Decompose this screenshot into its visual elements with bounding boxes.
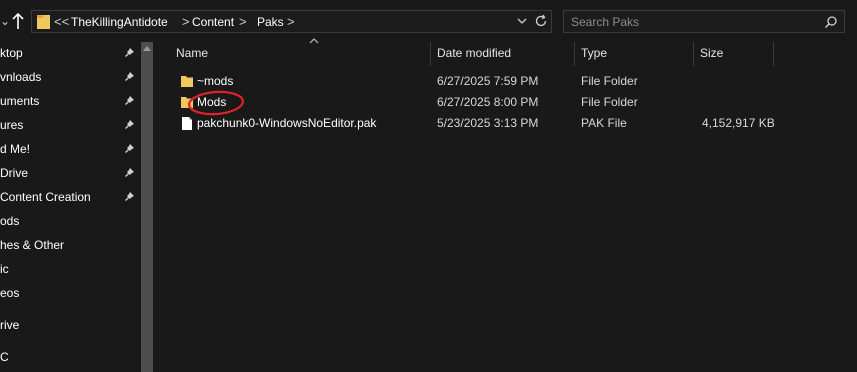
column-divider[interactable]	[773, 42, 774, 66]
address-bar[interactable]: << TheKillingAntidote > Content > Paks >	[31, 10, 552, 33]
file-icon	[182, 117, 192, 130]
nav-item-label: ures	[0, 118, 24, 132]
nav-item-label: d Me!	[0, 142, 31, 156]
breadcrumb-content[interactable]: Content	[192, 14, 234, 30]
column-header-size[interactable]: Size	[693, 42, 773, 64]
nav-item-content-creation[interactable]: Content Creation	[0, 186, 138, 208]
column-header-date-modified[interactable]: Date modified	[430, 42, 574, 64]
nav-item-label: ic	[0, 262, 9, 276]
search-icon[interactable]	[824, 15, 838, 29]
file-date-modified: 6/27/2025 7:59 PM	[437, 74, 539, 88]
folder-icon	[181, 76, 193, 87]
sort-ascending-icon	[309, 38, 319, 44]
pin-icon[interactable]	[124, 167, 135, 178]
file-type: PAK File	[581, 116, 627, 130]
recent-locations-chevron-icon[interactable]: ⌄	[0, 14, 10, 28]
toolbar: ⌄ << TheKillingAntidote > Content > Paks…	[0, 0, 857, 42]
nav-item-label: Content Creation	[0, 190, 91, 204]
file-size: 4,152,917 KB	[702, 116, 775, 130]
pin-icon[interactable]	[124, 95, 135, 106]
breadcrumb-separator[interactable]: >	[239, 13, 247, 30]
file-type: File Folder	[581, 95, 638, 109]
search-input[interactable]	[565, 12, 815, 31]
column-header-name[interactable]: Name	[169, 38, 430, 64]
file-row[interactable]: pakchunk0-WindowsNoEditor.pak 5/23/2025 …	[172, 113, 775, 134]
pin-icon[interactable]	[124, 119, 135, 130]
nav-item-this-pc[interactable]: C	[0, 346, 138, 368]
address-history-chevron-icon[interactable]	[516, 15, 528, 27]
file-list: Name Date modified Type Size ~mods 6/27/…	[156, 38, 857, 372]
scroll-up-arrow-icon[interactable]	[142, 44, 152, 52]
file-name: ~mods	[197, 74, 234, 88]
column-header-type[interactable]: Type	[574, 42, 693, 64]
nav-item-label: eos	[0, 286, 20, 300]
file-date-modified: 5/23/2025 3:13 PM	[437, 116, 539, 130]
refresh-icon[interactable]	[534, 14, 548, 28]
breadcrumb-paks[interactable]: Paks	[257, 14, 284, 30]
nav-item-music[interactable]: ic	[0, 258, 138, 280]
nav-item-label: C	[0, 350, 9, 364]
file-date-modified: 6/27/2025 8:00 PM	[437, 95, 539, 109]
navigation-scrollbar[interactable]	[140, 42, 154, 372]
folder-icon	[181, 97, 193, 108]
file-name: pakchunk0-WindowsNoEditor.pak	[197, 116, 377, 130]
breadcrumb-separator[interactable]: >	[182, 13, 190, 30]
file-explorer-window: ⌄ << TheKillingAntidote > Content > Paks…	[0, 0, 857, 372]
nav-item-downloads[interactable]: vnloads	[0, 66, 138, 88]
nav-item-drive[interactable]: Drive	[0, 162, 138, 184]
column-header-label: Name	[176, 46, 209, 60]
nav-item-label: vnloads	[0, 70, 42, 84]
nav-item-read-me[interactable]: d Me!	[0, 138, 138, 160]
pin-icon[interactable]	[124, 47, 135, 58]
nav-item-label: ods	[0, 214, 20, 228]
pin-icon[interactable]	[124, 143, 135, 154]
scrollbar-thumb[interactable]	[141, 42, 153, 372]
file-row[interactable]: Mods 6/27/2025 8:00 PM File Folder	[172, 92, 772, 113]
nav-item-documents[interactable]: uments	[0, 90, 138, 112]
breadcrumb-thekillingantidote[interactable]: TheKillingAntidote	[71, 14, 168, 30]
file-row[interactable]: ~mods 6/27/2025 7:59 PM File Folder	[172, 71, 772, 92]
search-box[interactable]	[563, 10, 845, 33]
nav-item-label: ktop	[0, 46, 23, 60]
file-name: Mods	[197, 95, 227, 109]
nav-item-patches-and-other[interactable]: hes & Other	[0, 234, 138, 256]
pin-icon[interactable]	[124, 71, 135, 82]
nav-item-videos[interactable]: eos	[0, 282, 138, 304]
column-header-label: Size	[700, 46, 724, 60]
folder-icon	[37, 15, 50, 29]
file-type: File Folder	[581, 74, 638, 88]
nav-item-pictures[interactable]: ures	[0, 114, 138, 136]
nav-item-onedrive[interactable]: rive	[0, 314, 138, 336]
column-header-label: Type	[581, 46, 608, 60]
column-header-label: Date modified	[437, 46, 512, 60]
nav-item-mods[interactable]: ods	[0, 210, 138, 232]
address-overflow-button[interactable]: <<	[54, 13, 69, 30]
breadcrumb-separator[interactable]: >	[287, 13, 295, 30]
nav-item-label: Drive	[0, 166, 29, 180]
nav-item-label: uments	[0, 94, 40, 108]
nav-item-label: hes & Other	[0, 238, 65, 252]
navigation-pane: ktop vnloads uments ures d Me! Drive Con…	[0, 42, 140, 372]
nav-item-label: rive	[0, 318, 20, 332]
up-one-level-icon[interactable]	[11, 12, 25, 30]
pin-icon[interactable]	[124, 191, 135, 202]
nav-item-desktop[interactable]: ktop	[0, 42, 138, 64]
